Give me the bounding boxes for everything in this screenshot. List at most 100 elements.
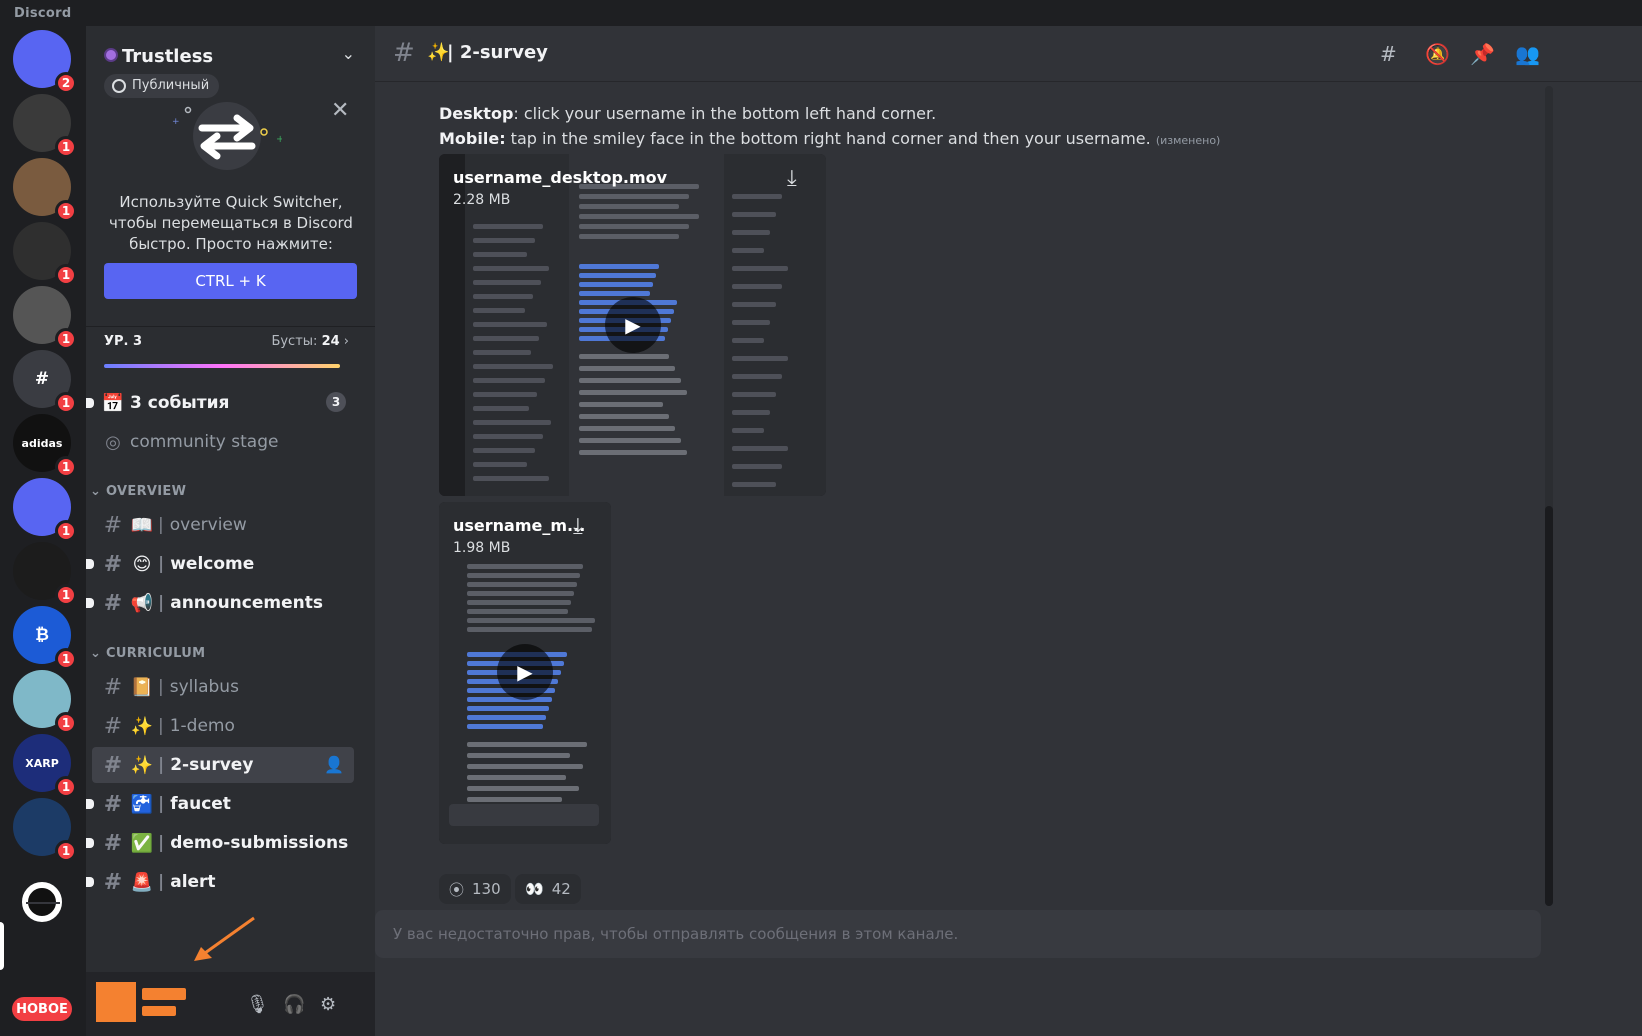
- server-portrait[interactable]: 1: [13, 286, 77, 350]
- server-bitcoin[interactable]: ₿ 1: [13, 606, 77, 670]
- mention-badge: 1: [55, 712, 77, 734]
- reaction-button[interactable]: 👀 42: [515, 874, 581, 904]
- boosts-link[interactable]: Бусты: 24 ›: [271, 334, 349, 349]
- preview-line: [732, 194, 782, 199]
- server-xarpon[interactable]: XARP 1: [13, 734, 77, 798]
- stage-channel[interactable]: ◎ community stage: [92, 424, 354, 460]
- quick-switcher-button[interactable]: CTRL + K: [104, 263, 357, 299]
- video-filename: username_desktop.mov: [453, 168, 668, 187]
- channel-separator: |: [158, 794, 165, 814]
- channel-emoji: 📢: [130, 592, 154, 614]
- server-red-v[interactable]: 1: [13, 542, 77, 606]
- preview-line: [579, 426, 675, 431]
- channel-overview[interactable]: # 📖 | overview: [92, 507, 354, 543]
- scrollbar-thumb[interactable]: [1545, 506, 1553, 906]
- public-badge: Публичный: [104, 74, 220, 98]
- message-line-mobile: Mobile: tap in the smiley face in the bo…: [439, 129, 1220, 148]
- preview-line: [467, 564, 583, 569]
- events-label: 3 события: [130, 393, 230, 413]
- events-item[interactable]: 📅 3 события 3: [86, 385, 354, 421]
- stage-channel-label: community stage: [130, 432, 279, 452]
- invite-member-icon[interactable]: 👤: [324, 755, 344, 774]
- channel-alert[interactable]: # 🚨 | alert: [86, 864, 354, 900]
- video-attachment-mobile[interactable]: username_m... 1.98 MB ⤓ ▶: [439, 502, 611, 844]
- reaction-button[interactable]: ⦿ 130: [439, 874, 511, 904]
- category-overview[interactable]: ⌄ OVERVIEW: [90, 484, 186, 499]
- hash-icon: #: [103, 869, 123, 895]
- preview-line: [579, 450, 687, 455]
- headphones-icon[interactable]: 🎧: [283, 994, 305, 1015]
- threads-icon[interactable]: #: [1380, 42, 1397, 66]
- server-discord-2[interactable]: 1: [13, 478, 77, 542]
- server-shield[interactable]: 1: [13, 798, 77, 862]
- server-warrior[interactable]: 1: [13, 158, 77, 222]
- preview-line: [467, 715, 546, 720]
- message-line-desktop: Desktop: click your username in the bott…: [439, 104, 936, 123]
- gear-icon[interactable]: ⚙: [320, 994, 336, 1015]
- pin-icon[interactable]: 📌: [1470, 42, 1495, 66]
- channel-syllabus[interactable]: # 📔 | syllabus: [92, 669, 354, 705]
- channel-emoji: 🚨: [130, 871, 154, 893]
- close-icon[interactable]: ✕: [331, 98, 349, 123]
- preview-line: [579, 402, 663, 407]
- download-icon[interactable]: ⤓: [787, 166, 797, 191]
- preview-line: [579, 438, 681, 443]
- channel-sidebar: Trustless ⌄ Публичный ✕ + + Используйте …: [86, 26, 375, 972]
- microphone-icon[interactable]: 🎙: [246, 994, 269, 1015]
- server-red-hat[interactable]: 1: [13, 222, 77, 286]
- preview-line: [467, 618, 595, 623]
- chevron-down-icon[interactable]: ⌄: [342, 44, 355, 63]
- preview-line: [467, 724, 543, 729]
- preview-line: [732, 482, 776, 487]
- hash-icon: #: [103, 713, 123, 739]
- preview-line: [473, 252, 527, 257]
- preview-line: [473, 350, 531, 355]
- discord-home[interactable]: 2: [13, 30, 77, 94]
- server-creature[interactable]: 1: [13, 670, 77, 734]
- play-icon[interactable]: ▶: [497, 644, 553, 700]
- video-filename: username_m...: [453, 516, 586, 535]
- video-size: 2.28 MB: [453, 192, 511, 208]
- preview-line: [732, 374, 782, 379]
- preview-line: [473, 364, 553, 369]
- preview-line: [732, 230, 770, 235]
- boosts-count: 24: [321, 334, 340, 349]
- new-servers-badge[interactable]: НОВОЕ: [12, 997, 72, 1021]
- play-icon[interactable]: ▶: [605, 297, 661, 353]
- channel-announcements[interactable]: # 📢 | announcements: [86, 585, 354, 621]
- reaction-count: 42: [551, 880, 571, 898]
- member-list-icon[interactable]: 👥: [1515, 42, 1540, 66]
- video-attachment-desktop[interactable]: username_desktop.mov 2.28 MB ⤓ ▶: [439, 154, 826, 496]
- channel-emoji: 📖: [130, 514, 154, 536]
- channel-demo-submissions[interactable]: # ✅ | demo-submissions: [86, 825, 354, 861]
- server-hash[interactable]: #1: [13, 350, 77, 414]
- channel-label: 2-survey: [170, 755, 254, 775]
- channel-welcome[interactable]: # 😊 | welcome: [86, 546, 354, 582]
- chat-area: # ✨ | 2-survey # 🔕 📌 👥 Desktop: click yo…: [375, 26, 1642, 1036]
- preview-line: [473, 336, 539, 341]
- preview-line: [579, 234, 679, 239]
- channel-1-demo[interactable]: # ✨ | 1-demo: [92, 708, 354, 744]
- divider: [86, 326, 375, 327]
- channel-label: alert: [170, 872, 216, 892]
- mention-badge: 1: [55, 136, 77, 158]
- mute-bell-icon[interactable]: 🔕: [1425, 42, 1450, 66]
- server-adidas[interactable]: adidas 1: [13, 414, 77, 478]
- channel-separator: |: [158, 872, 165, 892]
- preview-line: [732, 392, 776, 397]
- channel-2-survey[interactable]: # ✨ | 2-survey 👤: [92, 747, 354, 783]
- download-icon[interactable]: ⤓: [573, 514, 583, 539]
- hash-icon: #: [103, 752, 123, 778]
- avatar[interactable]: [96, 982, 136, 1022]
- mention-badge: 1: [55, 776, 77, 798]
- stage-icon: ◎: [105, 431, 121, 453]
- preview-line: [732, 248, 764, 253]
- preview-line: [732, 320, 770, 325]
- rail-separator: [26, 902, 60, 904]
- server-skull[interactable]: 1: [13, 94, 77, 158]
- channel-faucet[interactable]: # 🚰 | faucet: [86, 786, 354, 822]
- preview-line: [473, 322, 547, 327]
- preview-line: [473, 420, 551, 425]
- category-curriculum[interactable]: ⌄ CURRICULUM: [90, 646, 205, 661]
- mention-badge: 1: [55, 840, 77, 862]
